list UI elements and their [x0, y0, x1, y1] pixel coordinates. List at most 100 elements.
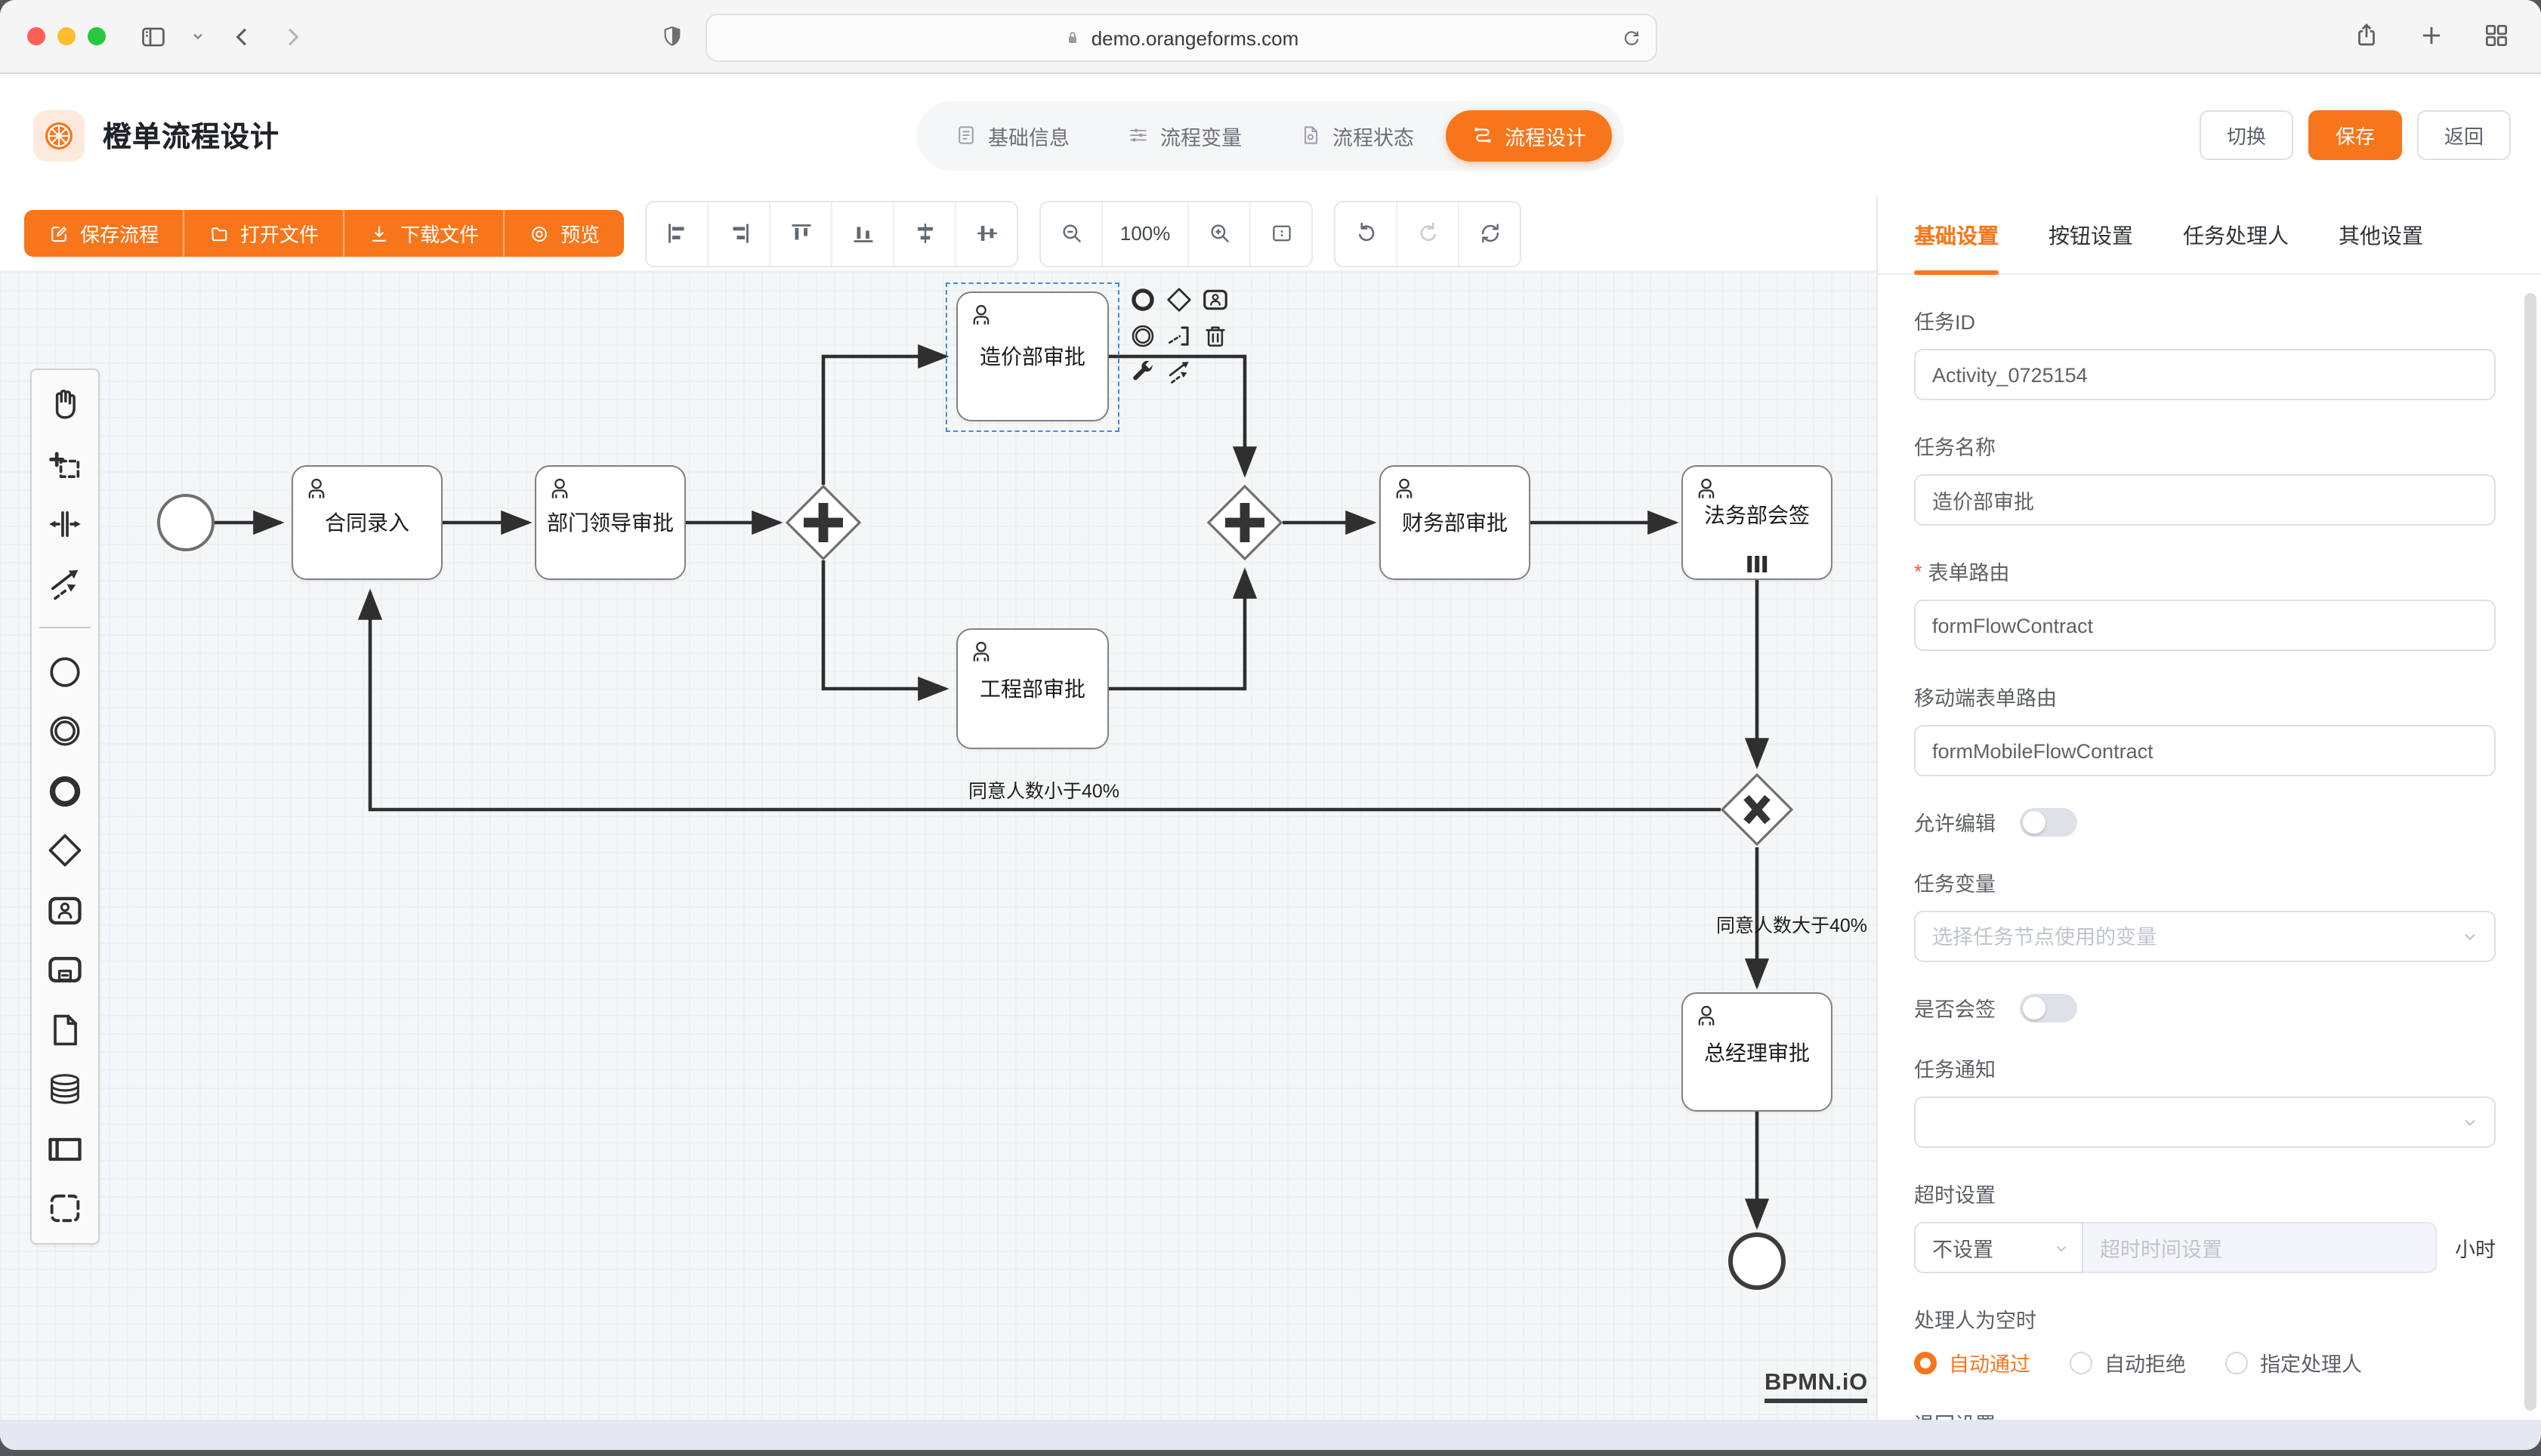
task-id-input[interactable]	[1914, 349, 2496, 400]
task-contract-entry[interactable]: 合同录入	[292, 465, 443, 580]
task-legal-countersign[interactable]: 法务部会签	[1681, 465, 1832, 580]
mobile-form-route-input[interactable]	[1914, 725, 2496, 776]
create-gateway[interactable]	[45, 831, 85, 870]
task-engineering-approval[interactable]: 工程部审批	[956, 628, 1109, 749]
align-bottom-button[interactable]	[832, 202, 894, 265]
form-route-input[interactable]	[1914, 600, 2496, 651]
radio-label: 自动拒绝	[2104, 1347, 2186, 1377]
task-name-input[interactable]	[1914, 474, 2496, 526]
save-flow-button[interactable]: 保存流程	[24, 210, 184, 257]
window-controls[interactable]	[27, 27, 106, 45]
forward-icon[interactable]	[278, 22, 307, 51]
timeout-mode-select[interactable]: 不设置	[1914, 1222, 2083, 1273]
countersign-toggle[interactable]	[2020, 993, 2077, 1022]
create-group[interactable]	[45, 1189, 85, 1228]
task-notify-select[interactable]	[1914, 1097, 2496, 1148]
radio-label: 指定处理人	[2260, 1347, 2362, 1377]
create-start-event[interactable]	[45, 652, 85, 691]
tab-other-settings[interactable]: 其他设置	[2339, 196, 2423, 273]
nav-flow-variables[interactable]: 流程变量	[1101, 110, 1267, 161]
align-center-v-button[interactable]	[956, 202, 1017, 265]
task-dept-leader-approval[interactable]: 部门领导审批	[535, 465, 686, 580]
redo-button[interactable]	[1397, 202, 1459, 265]
create-data-object[interactable]	[45, 1010, 85, 1049]
new-tab-icon[interactable]	[2417, 21, 2446, 50]
exclusive-gateway[interactable]	[1719, 772, 1795, 847]
content-blocker-shield-icon[interactable]	[660, 23, 684, 50]
open-file-button[interactable]: 打开文件	[184, 210, 344, 257]
nav-flow-design[interactable]: 流程设计	[1446, 110, 1612, 161]
tab-basic-settings[interactable]: 基础设置	[1914, 196, 1999, 273]
task-variable-select[interactable]	[1914, 911, 2496, 962]
minimize-window-button[interactable]	[57, 27, 76, 45]
timeout-value-input[interactable]: 超时时间设置	[2083, 1222, 2437, 1273]
address-bar[interactable]: demo.orangeforms.com	[705, 14, 1657, 62]
pad-delete--trash-icon[interactable]	[1201, 322, 1230, 350]
reset-button[interactable]	[1459, 202, 1520, 265]
connect-tool[interactable]	[45, 564, 85, 603]
pad-append-task--user-task-icon[interactable]	[1201, 285, 1230, 314]
radio-auto-approve[interactable]: 自动通过	[1914, 1347, 2030, 1377]
chevron-down-icon[interactable]	[189, 27, 207, 45]
align-center-h-button[interactable]	[894, 202, 956, 265]
panel-scrollbar[interactable]	[2524, 293, 2536, 1411]
zoom-in-button[interactable]	[1189, 202, 1251, 265]
align-top-button[interactable]	[770, 202, 832, 265]
pad-append-end-event--end-event-icon[interactable]	[1128, 285, 1157, 314]
zoom-out-button[interactable]	[1041, 202, 1103, 265]
create-user-task[interactable]	[45, 890, 85, 930]
lasso-tool[interactable]	[45, 445, 85, 484]
back-icon[interactable]	[228, 22, 257, 51]
pad-connect--connect-tool-icon[interactable]	[1165, 358, 1193, 387]
reload-icon[interactable]	[1621, 27, 1642, 48]
back-button[interactable]: 返回	[2417, 110, 2511, 160]
undo-button[interactable]	[1335, 202, 1397, 265]
parallel-gateway-join[interactable]	[1206, 483, 1284, 562]
task-gm-approval[interactable]: 总经理审批	[1681, 992, 1832, 1112]
flow-icon	[1471, 124, 1494, 147]
pad-append-intermediate-event--intermediate-event-icon[interactable]	[1128, 322, 1157, 350]
create-end-event[interactable]	[45, 771, 85, 810]
parallel-gateway-split[interactable]	[784, 483, 863, 562]
create-intermediate-event[interactable]	[45, 711, 85, 751]
zoom-level[interactable]: 100%	[1103, 202, 1189, 265]
zoom-fit-button[interactable]	[1251, 202, 1311, 265]
edge-label-gt40[interactable]: 同意人数大于40%	[1716, 915, 1867, 936]
radio-assign-handler[interactable]: 指定处理人	[2225, 1347, 2362, 1377]
share-icon[interactable]	[2352, 21, 2381, 50]
sidebar-icon[interactable]	[139, 22, 168, 51]
zoom-window-button[interactable]	[88, 27, 106, 45]
align-left-button[interactable]	[647, 202, 709, 265]
field-label: 允许编辑	[1914, 807, 1996, 837]
download-file-button[interactable]: 下载文件	[344, 210, 505, 257]
tab-button-settings[interactable]: 按钮设置	[2049, 196, 2133, 273]
pad-change-type--wrench-icon[interactable]	[1128, 358, 1157, 387]
task-label: 部门领导审批	[547, 507, 674, 538]
start-event[interactable]	[157, 494, 215, 551]
allow-edit-toggle[interactable]	[2020, 807, 2077, 836]
align-right-button[interactable]	[709, 202, 770, 265]
preview-button[interactable]: 预览	[505, 210, 624, 257]
radio-auto-reject[interactable]: 自动拒绝	[2070, 1347, 2186, 1377]
close-window-button[interactable]	[27, 27, 45, 45]
user-icon	[1692, 474, 1721, 503]
create-subprocess[interactable]	[45, 950, 85, 989]
edge-label-lt40[interactable]: 同意人数小于40%	[968, 781, 1119, 802]
create-pool[interactable]	[45, 1129, 85, 1168]
end-event[interactable]	[1728, 1232, 1786, 1290]
save-button[interactable]: 保存	[2308, 110, 2402, 160]
button-label: 打开文件	[240, 219, 319, 248]
bpmn-canvas[interactable]: 同意人数小于40% 同意人数大于40% 合同录入 部门领导审批	[0, 272, 1876, 1420]
tab-overview-icon[interactable]	[2482, 21, 2511, 50]
nav-flow-status[interactable]: 流程状态	[1274, 110, 1440, 161]
switch-button[interactable]: 切换	[2200, 110, 2293, 160]
space-tool[interactable]	[45, 504, 85, 544]
tab-task-assignee[interactable]: 任务处理人	[2183, 196, 2289, 273]
nav-basic-info[interactable]: 基础信息	[929, 110, 1095, 161]
hand-tool[interactable]	[45, 385, 85, 424]
bpmn-io-logo[interactable]: BPMN.iO	[1764, 1370, 1868, 1403]
pad-append-gateway--gateway-icon[interactable]	[1165, 285, 1193, 314]
pad-append-annotation--annotation-icon[interactable]	[1165, 322, 1193, 350]
task-finance-approval[interactable]: 财务部审批	[1379, 465, 1530, 580]
create-data-store[interactable]	[45, 1069, 85, 1109]
